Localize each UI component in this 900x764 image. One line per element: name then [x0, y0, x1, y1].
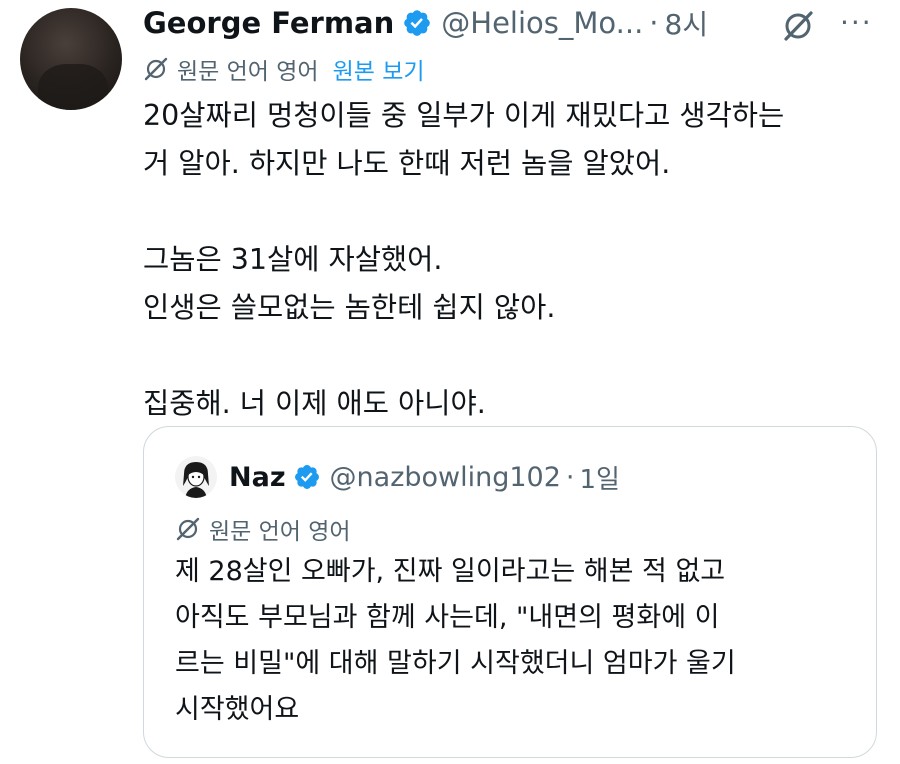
show-original-link[interactable]: 원본 보기 [333, 52, 425, 86]
tweet-text-line: 거 알아. 하지만 나도 한때 저런 놈을 알았어. [143, 147, 671, 180]
translation-note: 원문 언어 영어 [177, 59, 319, 85]
quoted-author-handle[interactable]: @nazbowling102 [330, 462, 561, 493]
verified-badge-icon [402, 8, 432, 38]
tweet-text-line: 인생은 쓸모없는 놈한테 쉽지 않아. [143, 291, 556, 324]
tweet-text-line: 20살짜리 멍청이들 중 일부가 이게 재밌다고 생각하는 [143, 99, 785, 132]
tweet-timestamp[interactable]: 8시 [665, 3, 709, 43]
tweet-header: George Ferman @Helios_Mo... · 8시 [143, 3, 708, 43]
quoted-tweet-text: 제 28살인 오빠가, 진짜 일이라고는 해본 적 없고 아직도 부모님과 함께… [175, 549, 865, 733]
quoted-translation-note: 원문 언어 영어 [209, 519, 351, 545]
separator-dot: · [565, 461, 575, 493]
quoted-author-name[interactable]: Naz [229, 462, 286, 493]
quoted-text-line: 시작했어요 [175, 694, 300, 725]
more-options-icon[interactable]: ··· [840, 8, 873, 38]
quoted-tweet-card[interactable]: Naz @nazbowling102 · 1일 원문 언어 영어 제 28살인 … [143, 426, 877, 758]
avatar-image-shape [38, 64, 108, 110]
quoted-tweet-header: Naz @nazbowling102 · 1일 [229, 457, 620, 497]
tweet-text: 20살짜리 멍청이들 중 일부가 이게 재밌다고 생각하는 거 알아. 하지만 … [143, 92, 883, 428]
quoted-text-line: 르는 비밀"에 대해 말하기 시작했더니 엄마가 울기 [175, 648, 736, 679]
separator-dot: · [649, 6, 659, 40]
tweet-text-line: 집중해. 너 이제 애도 아니야. [143, 387, 486, 420]
tweet-text-line: 그놈은 31살에 자살했어. [143, 243, 443, 276]
quoted-text-line: 아직도 부모님과 함께 사는데, "내면의 평화에 이 [175, 602, 720, 633]
quoted-translation-row: 원문 언어 영어 [175, 513, 351, 545]
quoted-text-line: 제 28살인 오빠가, 진짜 일이라고는 해본 적 없고 [175, 556, 726, 587]
quoted-tweet-timestamp[interactable]: 1일 [579, 459, 619, 496]
translate-icon [175, 516, 201, 542]
author-avatar[interactable] [20, 8, 122, 110]
author-name[interactable]: George Ferman [143, 6, 394, 40]
verified-badge-icon [293, 463, 321, 491]
translation-row: 원문 언어 영어 원본 보기 [143, 53, 425, 85]
quoted-author-avatar[interactable] [175, 456, 217, 498]
grok-icon[interactable] [778, 6, 818, 46]
author-handle[interactable]: @Helios_Mo... [441, 6, 643, 40]
translate-icon [143, 56, 169, 82]
